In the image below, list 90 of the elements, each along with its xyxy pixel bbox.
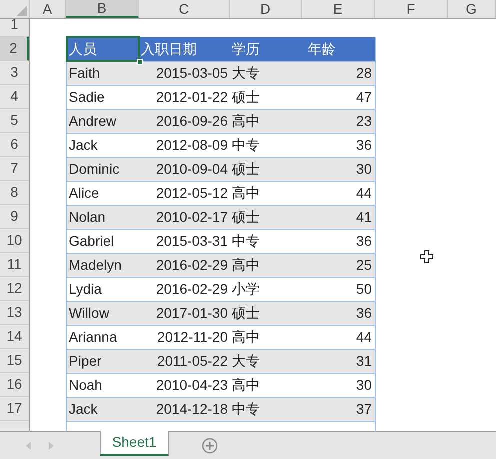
table-cell-text: 2010-04-23 bbox=[155, 376, 229, 395]
table-cell-text: Alice bbox=[68, 184, 100, 203]
header-cell[interactable]: 人员 bbox=[67, 37, 139, 61]
row-header[interactable]: 15 bbox=[0, 349, 29, 373]
column-header[interactable]: D bbox=[230, 0, 302, 18]
header-cell[interactable]: 学历 bbox=[230, 37, 302, 61]
table-cell-text: 大专 bbox=[231, 64, 261, 83]
table-cell-text: 23 bbox=[355, 112, 373, 131]
table-cell-text: Noah bbox=[68, 376, 104, 395]
table-cell-text: 50 bbox=[355, 280, 373, 299]
table-cell-text: 高中 bbox=[231, 328, 261, 347]
row-header[interactable]: 11 bbox=[0, 253, 29, 277]
table-cell-text: 2016-02-29 bbox=[155, 256, 229, 275]
table-cell-text: 41 bbox=[355, 208, 373, 227]
row-header[interactable]: 8 bbox=[0, 181, 29, 205]
table-cell-text: 44 bbox=[355, 328, 373, 347]
table-cell-text: 中专 bbox=[231, 136, 261, 155]
table-cell-text: 硕士 bbox=[231, 88, 261, 107]
table-cell-text: 高中 bbox=[231, 256, 261, 275]
table-cell-text: 37 bbox=[355, 400, 373, 419]
table-cell-text: Dominic bbox=[68, 160, 121, 179]
table-cell-text: Faith bbox=[68, 64, 102, 83]
table-cell-text: 47 bbox=[355, 88, 373, 107]
sheet-tab[interactable]: Sheet1 bbox=[100, 431, 169, 456]
table-cell-text: Willow bbox=[68, 304, 110, 323]
row-header[interactable]: 6 bbox=[0, 133, 29, 157]
table-cell-text: 2016-02-29 bbox=[155, 280, 229, 299]
table-cell-text: Arianna bbox=[68, 328, 118, 347]
fill-handle-icon[interactable] bbox=[137, 59, 143, 65]
table-cell-text: Sadie bbox=[68, 88, 106, 107]
table-cell-text: Piper bbox=[68, 352, 103, 371]
row-header[interactable]: 5 bbox=[0, 109, 29, 133]
table-cell-text: 36 bbox=[355, 136, 373, 155]
table-cell-text: 2012-08-09 bbox=[155, 136, 229, 155]
table-cell-text: 高中 bbox=[231, 376, 261, 395]
table-cell-text: 2012-05-12 bbox=[155, 184, 229, 203]
table-cell-text: 小学 bbox=[231, 280, 261, 299]
table-cell-text: 中专 bbox=[231, 232, 261, 251]
table-cell-text: 31 bbox=[355, 352, 373, 371]
header-cell[interactable]: 入职日期 bbox=[139, 37, 230, 61]
table-cell-text: 30 bbox=[355, 376, 373, 395]
table-cell-text: Madelyn bbox=[68, 256, 123, 275]
table-cell-text: 2012-11-20 bbox=[156, 328, 229, 347]
row-header[interactable]: 2 bbox=[0, 37, 29, 61]
row-header[interactable]: 10 bbox=[0, 229, 29, 253]
header-cell[interactable]: 年龄 bbox=[302, 37, 375, 61]
table-cell-text: 2016-09-26 bbox=[155, 112, 229, 131]
table-cell-text: 2015-03-05 bbox=[155, 64, 229, 83]
table-cell-text: 中专 bbox=[231, 400, 261, 419]
table-cell-text: 硕士 bbox=[231, 160, 261, 179]
table-cell-text: 44 bbox=[355, 184, 373, 203]
table-cell-text: 2014-12-18 bbox=[155, 400, 229, 419]
row-header[interactable]: 12 bbox=[0, 277, 29, 301]
table-cell-text: 2010-02-17 bbox=[155, 208, 229, 227]
column-header[interactable]: F bbox=[375, 0, 448, 18]
table-cell-text: 36 bbox=[355, 232, 373, 251]
cell-cursor-icon bbox=[420, 250, 434, 264]
column-header[interactable]: C bbox=[139, 0, 230, 18]
table-cell-text: 高中 bbox=[231, 112, 261, 131]
table-cell-text: 36 bbox=[355, 304, 373, 323]
table-cell-text: 2011-05-22 bbox=[156, 352, 229, 371]
table-cell-text: 2017-01-30 bbox=[155, 304, 229, 323]
row-header[interactable]: 9 bbox=[0, 205, 29, 229]
table-cell-text: 硕士 bbox=[231, 304, 261, 323]
table-cell-text: 25 bbox=[355, 256, 373, 275]
column-header[interactable]: E bbox=[302, 0, 375, 18]
table-cell-text: Andrew bbox=[68, 112, 118, 131]
row-header[interactable]: 14 bbox=[0, 325, 29, 349]
table-cell-text: 2010-09-04 bbox=[155, 160, 229, 179]
table-cell-text: 2015-03-31 bbox=[155, 232, 229, 251]
table-cell-text: Jack bbox=[68, 136, 99, 155]
table-cell-text: 大专 bbox=[231, 352, 261, 371]
table-cell-text: 硕士 bbox=[231, 208, 261, 227]
row-header[interactable]: 17 bbox=[0, 397, 29, 421]
add-sheet-icon[interactable] bbox=[202, 438, 218, 454]
table-cell-text: 高中 bbox=[231, 184, 261, 203]
row-header[interactable]: 4 bbox=[0, 85, 29, 109]
row-header[interactable]: 16 bbox=[0, 373, 29, 397]
column-header[interactable]: G bbox=[448, 0, 496, 18]
table-cell-text: 28 bbox=[355, 64, 373, 83]
table-cell-text: Lydia bbox=[68, 280, 103, 299]
table-cell-text: 30 bbox=[355, 160, 373, 179]
row-header[interactable]: 13 bbox=[0, 301, 29, 325]
column-header[interactable]: B bbox=[66, 0, 139, 18]
row-header[interactable]: 3 bbox=[0, 61, 29, 85]
table-cell-text: 2012-01-22 bbox=[155, 88, 229, 107]
row-header[interactable]: 7 bbox=[0, 157, 29, 181]
table-cell-text: Gabriel bbox=[68, 232, 116, 251]
table-cell-text: Jack bbox=[68, 400, 99, 419]
table-cell-text: Nolan bbox=[68, 208, 107, 227]
